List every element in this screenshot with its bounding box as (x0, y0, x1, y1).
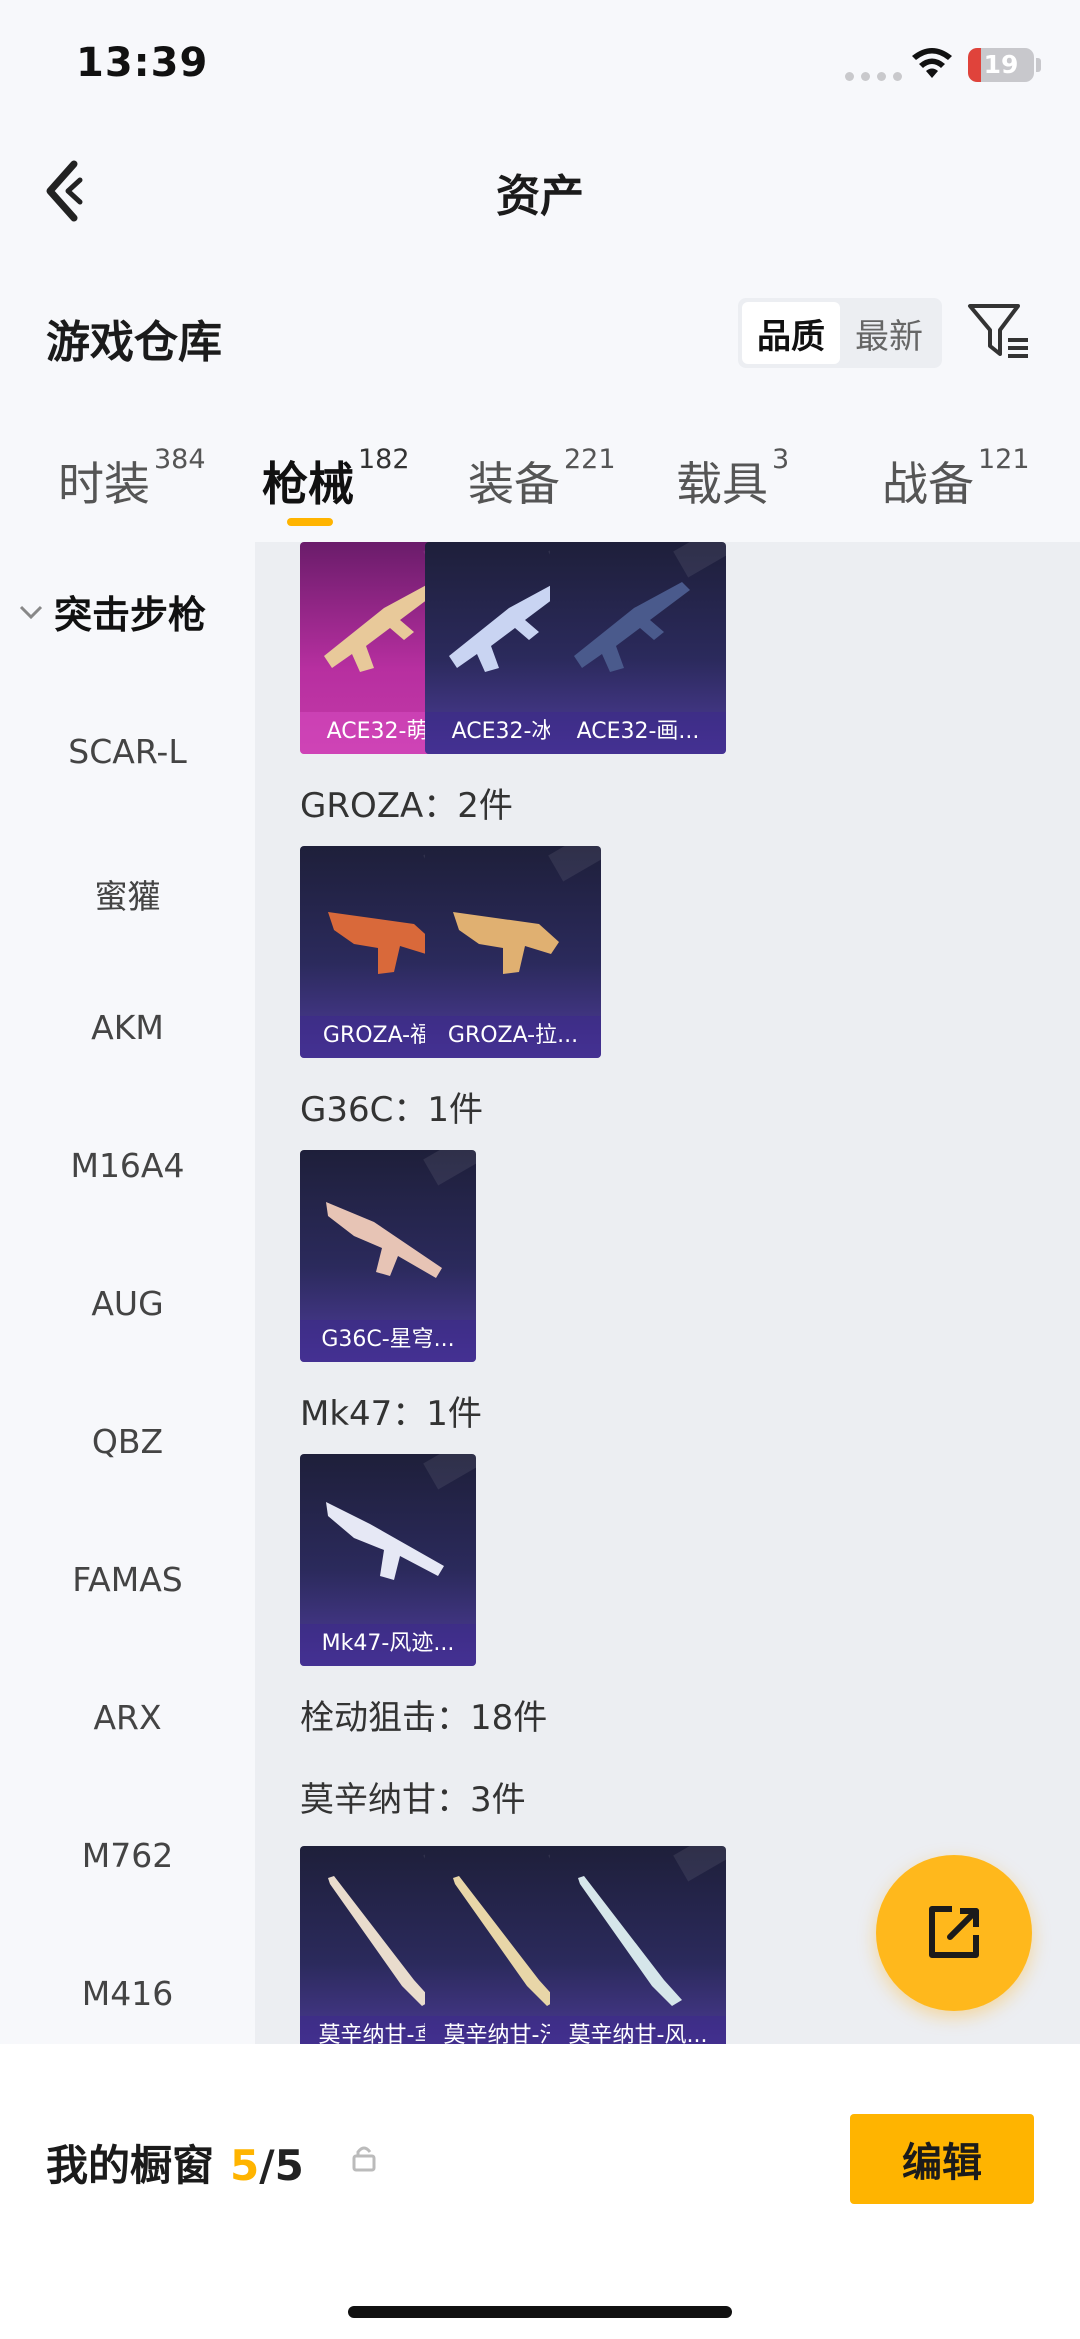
warehouse-title: 游戏仓库 (46, 317, 222, 368)
tab-label: 枪械 (262, 457, 354, 511)
rifle-icon (574, 582, 690, 672)
sidebar-item[interactable]: ARX (0, 1698, 255, 1737)
sidebar-category[interactable]: 突击步枪 (18, 584, 206, 639)
battery-tip (1036, 58, 1041, 72)
edit-button[interactable]: 编辑 (850, 2114, 1034, 2204)
tab-label: 战备 (882, 457, 974, 511)
sidebar-item[interactable]: M416 (0, 1974, 255, 2013)
weapon-card[interactable]: 莫辛纳甘-风... (550, 1846, 726, 2044)
group-title: GROZA：2件 (300, 786, 513, 826)
card-name: 莫辛纳甘-风... (550, 2016, 726, 2044)
sort-quality-button[interactable]: 品质 (742, 302, 840, 364)
chevron-down-icon (19, 605, 43, 619)
tab-count: 221 (564, 444, 616, 475)
sidebar-item[interactable]: FAMAS (0, 1560, 255, 1599)
tab-count: 121 (978, 444, 1030, 475)
share-icon (929, 1906, 979, 1958)
tab-supplies[interactable]: 战备 121 (882, 444, 1030, 514)
sidebar-item[interactable]: SCAR-L (0, 732, 255, 771)
tab-count: 3 (772, 444, 790, 475)
weapon-grid: 2级 ACE32-萌... ACE32-冰... ACE32-画... GROZ… (255, 542, 1080, 2044)
card-name: ACE32-画... (550, 712, 726, 754)
battery-level: 19 (983, 50, 1019, 79)
battery-indicator: 19 (968, 48, 1034, 82)
tab-count: 384 (154, 444, 206, 475)
group-title: 莫辛纳甘：3件 (300, 1780, 526, 1820)
group-title: Mk47：1件 (300, 1394, 482, 1434)
sidebar-item[interactable]: AUG (0, 1284, 255, 1323)
sidebar-item[interactable]: M762 (0, 1836, 255, 1875)
weapon-sidebar: 突击步枪 SCAR-L 蜜獾 AKM M16A4 AUG QBZ FAMAS A… (0, 542, 255, 2044)
share-button[interactable] (876, 1855, 1032, 2011)
card-name: Mk47-风迹... (300, 1624, 476, 1666)
rifle-icon (453, 912, 559, 974)
sidebar-item[interactable]: AKM (0, 1008, 255, 1047)
showcase-label: 我的橱窗 (46, 2141, 215, 2190)
page-title: 资产 (496, 171, 584, 222)
tab-count: 182 (358, 444, 410, 475)
sidebar-item[interactable]: M16A4 (0, 1146, 255, 1185)
weapon-card[interactable]: ACE32-画... (550, 542, 726, 754)
tab-vehicles[interactable]: 载具 3 (676, 444, 789, 514)
showcase-summary: 我的橱窗 5 /5 (46, 2132, 304, 2193)
signal-dots-icon (845, 72, 902, 81)
group-title: G36C：1件 (300, 1090, 483, 1130)
tab-active-indicator (287, 518, 333, 526)
bottom-bar: 我的橱窗 5 /5 编辑 (0, 2044, 1080, 2339)
lock-icon (352, 2146, 376, 2172)
wifi-icon (912, 48, 952, 78)
card-name: G36C-星穹... (300, 1320, 476, 1362)
rifle-icon (578, 1876, 682, 2006)
filter-icon[interactable] (966, 300, 1032, 364)
sidebar-item[interactable]: QBZ (0, 1422, 255, 1461)
tab-equipment[interactable]: 装备 221 (468, 444, 616, 514)
rifle-icon (326, 1202, 442, 1278)
weapon-card[interactable]: G36C-星穹... (300, 1150, 476, 1362)
status-time: 13:39 (76, 40, 209, 86)
tab-label: 载具 (676, 457, 768, 511)
showcase-total: /5 (259, 2141, 304, 2190)
tab-guns[interactable]: 枪械 182 (262, 444, 410, 514)
sidebar-category-label: 突击步枪 (54, 593, 207, 637)
group-title: 栓动狙击：18件 (300, 1698, 548, 1738)
home-indicator (348, 2306, 732, 2318)
sort-toggle: 品质 最新 (738, 298, 942, 368)
showcase-used-count: 5 (230, 2141, 260, 2190)
rifle-icon (326, 1502, 444, 1580)
tab-fashion[interactable]: 时装 384 (58, 444, 206, 514)
weapon-card[interactable]: Mk47-风迹... (300, 1454, 476, 1666)
tab-label: 时装 (58, 457, 150, 511)
sort-latest-button[interactable]: 最新 (840, 302, 938, 364)
weapon-card[interactable]: GROZA-拉... (425, 846, 601, 1058)
card-name: GROZA-拉... (425, 1016, 601, 1058)
tab-label: 装备 (468, 457, 560, 511)
sidebar-item[interactable]: 蜜獾 (0, 870, 255, 918)
